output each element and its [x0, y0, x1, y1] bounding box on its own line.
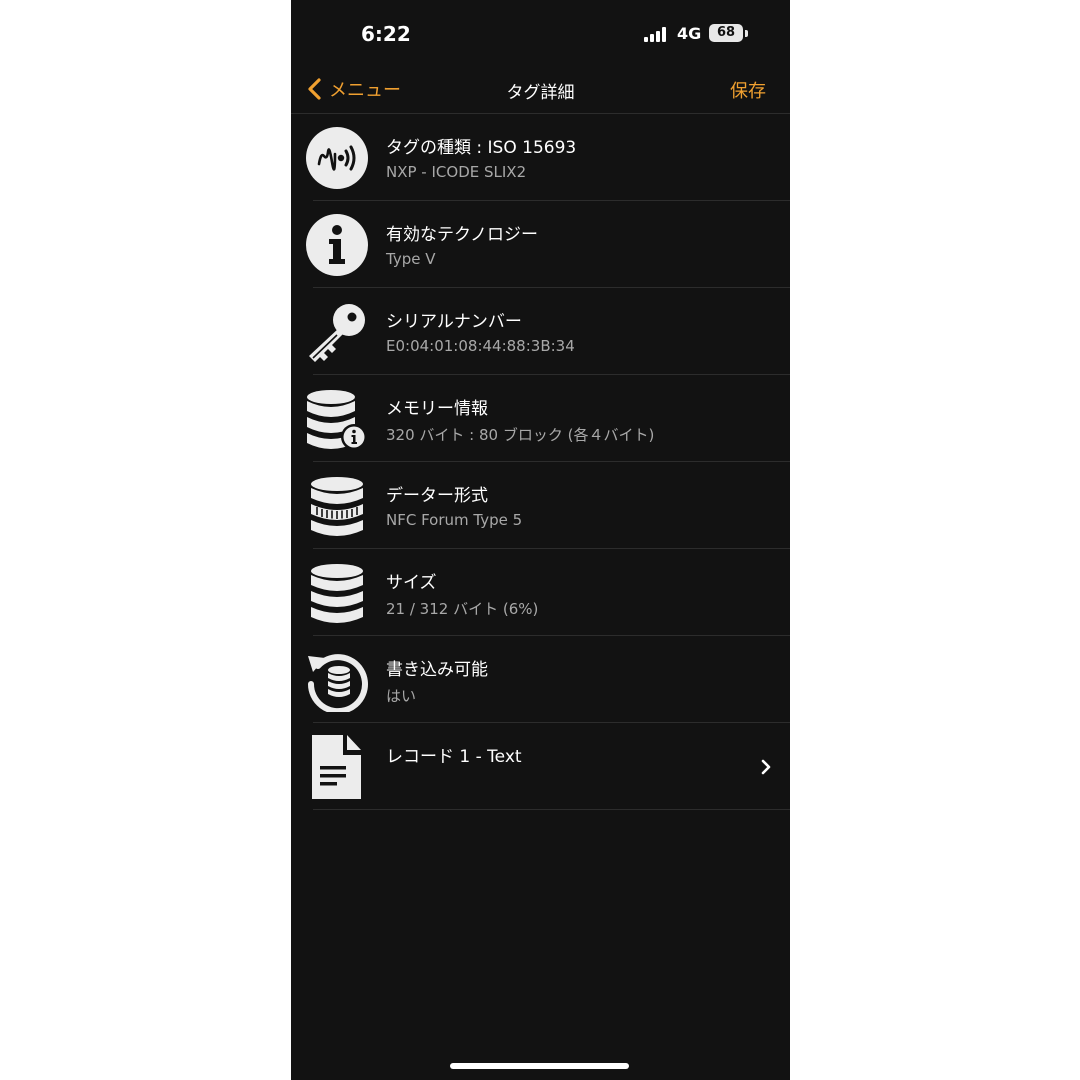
row-title: 有効なテクノロジー	[386, 225, 538, 245]
chevron-right-icon	[761, 759, 771, 775]
row-subtitle: NFC Forum Type 5	[386, 511, 523, 529]
battery-icon: 68	[709, 24, 743, 42]
home-indicator[interactable]	[450, 1063, 629, 1069]
database-refresh-icon	[307, 654, 368, 712]
database-info-icon	[307, 390, 367, 450]
list-item-serial-number: シリアルナンバー E0:04:01:08:44:88:3B:34	[309, 288, 790, 375]
row-subtitle: はい	[386, 687, 417, 705]
row-subtitle: 320 バイト : 80 ブロック (各４バイト)	[386, 426, 655, 444]
row-title: メモリー情報	[386, 399, 488, 419]
network-type: 4G	[677, 24, 702, 43]
list-item-writable: 書き込み可能 はい	[307, 636, 790, 723]
list-item-data-format: データー形式 NFC Forum Type 5	[311, 462, 790, 549]
info-icon	[306, 214, 368, 276]
row-title: サイズ	[386, 573, 437, 593]
row-title: 書き込み可能	[386, 660, 488, 680]
list-item-record-1[interactable]: レコード 1 - Text	[312, 723, 790, 810]
row-subtitle: NXP - ICODE SLIX2	[386, 163, 527, 181]
status-bar: 6:22 4G 68	[291, 0, 790, 68]
signal-icon	[644, 27, 670, 42]
list-item-tag-type: タグの種類 : ISO 15693 NXP - ICODE SLIX2	[306, 114, 790, 201]
page-title: タグ詳細	[506, 83, 575, 103]
row-subtitle: Type V	[386, 250, 436, 268]
key-icon	[309, 304, 365, 362]
status-time: 6:22	[361, 22, 411, 46]
row-subtitle: 21 / 312 バイト (6%)	[386, 600, 539, 618]
list-item-memory-info: メモリー情報 320 バイト : 80 ブロック (各４バイト)	[307, 375, 790, 462]
save-button[interactable]: 保存	[730, 77, 766, 103]
battery-tip	[745, 30, 748, 37]
phone-screen: 6:22 4G 68 メニュー タグ詳細 保存 タグの種類: ISO 1569…	[291, 0, 790, 1080]
document-icon	[312, 735, 361, 799]
row-title: シリアルナンバー	[386, 312, 522, 332]
tag-detail-list: タグの種類 : ISO 15693 NXP - ICODE SLIX2 有効なテ…	[291, 113, 790, 810]
row-title: データー形式	[386, 486, 488, 506]
row-title: レコード 1 - Text	[386, 747, 522, 767]
database-format-icon	[311, 477, 363, 536]
row-subtitle: E0:04:01:08:44:88:3B:34	[386, 337, 575, 355]
list-item-technology: 有効なテクノロジー Type V	[306, 201, 790, 288]
database-icon	[311, 564, 363, 623]
list-item-size: サイズ 21 / 312 バイト (6%)	[311, 549, 790, 636]
row-title: タグの種類 : ISO 15693	[386, 138, 577, 158]
navigation-bar: メニュー タグ詳細 保存	[291, 68, 790, 112]
nfc-tag-icon	[306, 127, 368, 189]
